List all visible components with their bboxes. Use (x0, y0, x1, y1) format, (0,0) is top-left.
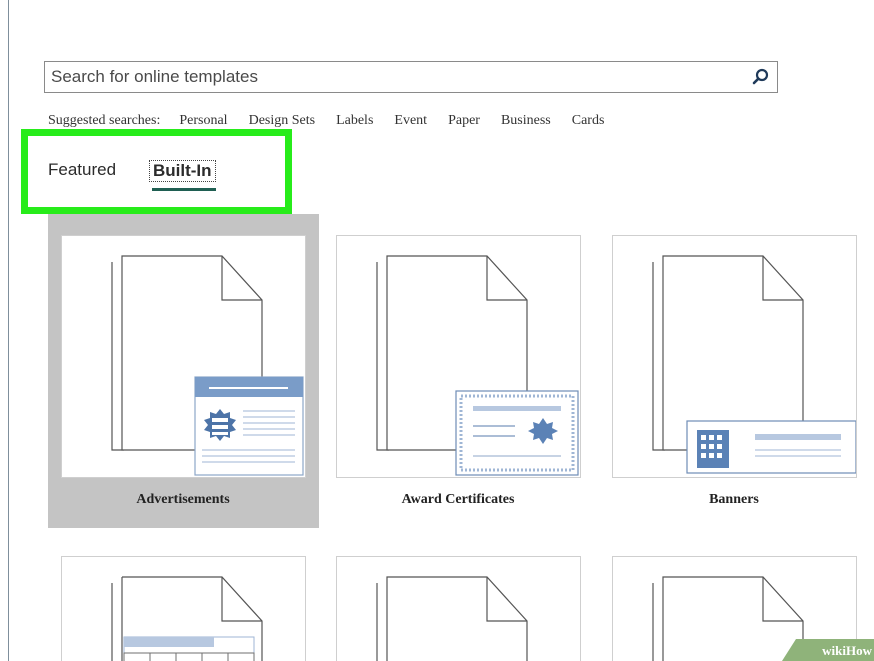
template-card-award-certificates[interactable] (336, 235, 581, 478)
award-certificates-thumbnail (376, 255, 579, 476)
template-card-5[interactable] (336, 556, 581, 661)
wikihow-watermark: wikiHow (782, 639, 874, 661)
search-input[interactable] (45, 62, 735, 92)
template-card-4[interactable] (61, 556, 306, 661)
tab-built-in[interactable]: Built-In (149, 160, 216, 182)
suggested-link-event[interactable]: Event (394, 113, 427, 129)
suggested-searches: Suggested searches: Personal Design Sets… (48, 111, 625, 131)
watermark-text: wikiHow (822, 643, 872, 658)
template-card-5-thumbnail (376, 576, 528, 661)
suggested-link-business[interactable]: Business (501, 113, 551, 129)
search-box[interactable] (44, 61, 778, 93)
window-left-border (8, 0, 9, 661)
template-label-award-certificates: Award Certificates (401, 492, 515, 507)
suggested-link-design-sets[interactable]: Design Sets (249, 113, 316, 129)
tab-featured[interactable]: Featured (48, 160, 116, 180)
tab-selected-indicator (152, 188, 216, 191)
suggested-searches-label: Suggested searches: (48, 113, 161, 128)
suggested-link-personal[interactable]: Personal (179, 113, 227, 129)
search-icon[interactable] (749, 66, 773, 88)
banners-thumbnail (652, 255, 856, 474)
template-card-advertisements[interactable] (61, 235, 306, 478)
template-card-banners[interactable] (612, 235, 857, 478)
template-label-banners: Banners (709, 492, 759, 507)
advertisements-thumbnail (111, 255, 304, 476)
suggested-link-labels[interactable]: Labels (336, 113, 373, 129)
template-label-advertisements: Advertisements (136, 492, 230, 507)
template-card-4-thumbnail (111, 576, 263, 661)
suggested-link-cards[interactable]: Cards (572, 113, 605, 129)
suggested-link-paper[interactable]: Paper (448, 113, 480, 129)
